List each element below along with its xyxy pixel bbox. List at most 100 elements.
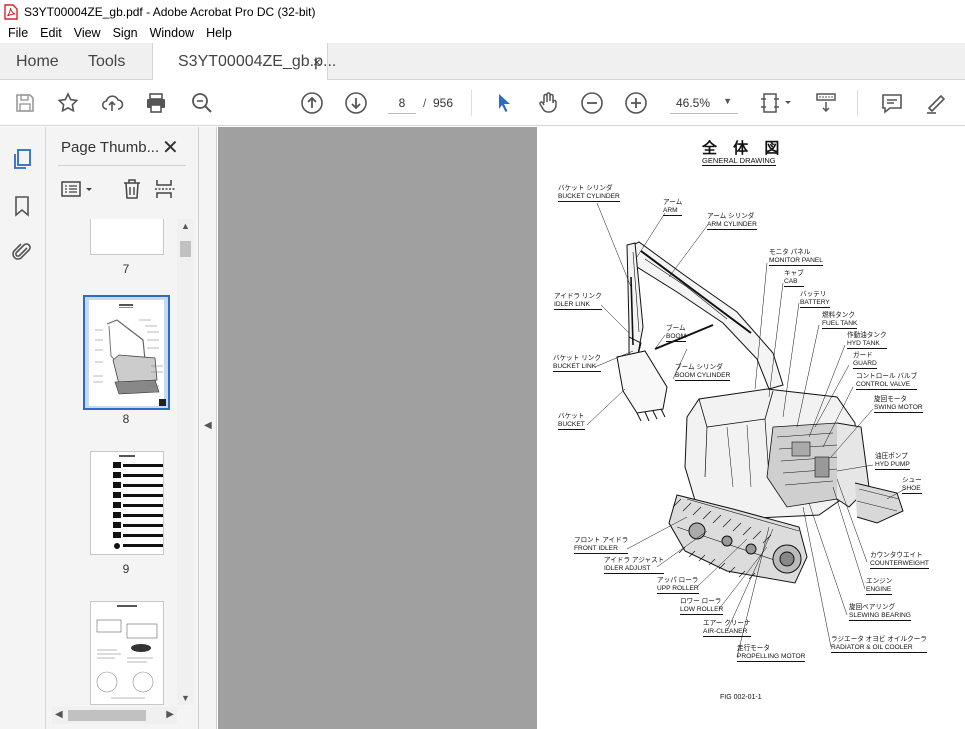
page-thumbnails-panel: Page Thumb... ✕ 7 8 9 ▲ ▼ ◀ ▶ <box>46 127 199 729</box>
left-navigation-rail <box>0 127 46 729</box>
zoom-in-icon[interactable] <box>624 91 648 115</box>
thumbnail-options-icon[interactable] <box>60 177 98 201</box>
thumbnail-list[interactable]: 7 8 9 <box>46 219 178 705</box>
thumbnail-horizontal-scrollbar[interactable]: ◀ ▶ <box>52 707 177 724</box>
close-tab-icon[interactable]: × <box>313 54 321 70</box>
comment-icon[interactable] <box>880 91 904 115</box>
scrollbar-thumb[interactable] <box>68 710 146 721</box>
figure-number: FIG 002-01-1 <box>720 694 762 701</box>
scroll-mode-icon[interactable] <box>814 91 838 115</box>
callout-arm-cylinder: アーム シリンダ ARM CYLINDER <box>707 213 757 230</box>
thumbnail-page-9[interactable] <box>90 451 164 555</box>
callout-upp-roller: アッパ ローラ UPP ROLLER <box>657 577 699 594</box>
scroll-left-icon[interactable]: ◀ <box>55 709 63 720</box>
scroll-right-icon[interactable]: ▶ <box>166 709 174 720</box>
hand-tool-icon[interactable] <box>536 91 560 115</box>
scrollbar-thumb[interactable] <box>180 241 191 257</box>
callout-monitor-panel: モニタ パネル MONITOR PANEL <box>769 249 823 266</box>
collapse-arrow-icon[interactable]: ◀ <box>204 420 212 431</box>
menu-sign[interactable]: Sign <box>107 26 144 40</box>
thumbnail-label: 7 <box>122 262 130 276</box>
panel-divider <box>58 165 186 166</box>
print-icon[interactable] <box>144 91 168 115</box>
callout-engine: エンジン ENGINE <box>866 578 893 595</box>
menu-window[interactable]: Window <box>144 26 200 40</box>
thumbnail-resize-handle[interactable] <box>159 399 166 406</box>
callout-idler-adjust: アイドラ アジャスト IDLER ADJUST <box>604 557 665 574</box>
title-bar: S3YT00004ZE_gb.pdf - Adobe Acrobat Pro D… <box>0 0 965 23</box>
callout-battery: バッテリ BATTERY <box>800 291 830 308</box>
close-panel-icon[interactable]: ✕ <box>162 135 179 160</box>
callout-fuel-tank: 燃料タンク FUEL TANK <box>822 312 858 329</box>
thumbnail-page-image <box>89 300 164 406</box>
toolbar-divider <box>471 90 472 116</box>
callout-radiator-oil-cooler: ラジエータ オヨビ オイルクーラ RADIATOR & OIL COOLER <box>831 636 927 653</box>
callout-cab: キャブ CAB <box>784 270 804 287</box>
menu-edit[interactable]: Edit <box>34 26 68 40</box>
thumbnail-vertical-scrollbar[interactable]: ▲ ▼ <box>177 219 194 705</box>
bookmarks-icon[interactable] <box>10 194 34 218</box>
pdf-page: 全 体 図 GENERAL DRAWING バケット シリンダ BUCKET C… <box>537 127 965 729</box>
save-icon[interactable] <box>13 91 37 115</box>
zoom-out-icon[interactable] <box>580 91 604 115</box>
bookmark-star-icon[interactable] <box>56 91 80 115</box>
chevron-down-icon: ▼ <box>723 96 732 106</box>
total-pages: 956 <box>433 96 454 110</box>
callout-bucket-link: バケット リンク BUCKET LINK <box>553 355 601 372</box>
attachments-paperclip-icon[interactable] <box>10 240 34 264</box>
callout-guard: ガード GUARD <box>853 352 877 369</box>
callout-air-cleaner: エアー クリーナ AIR-CLEANER <box>703 620 751 637</box>
previous-page-icon[interactable] <box>300 91 324 115</box>
callout-arm: アーム ARM <box>663 199 683 216</box>
panel-collapse-strip[interactable]: ◀ <box>199 127 217 729</box>
callout-bucket: バケット BUCKET <box>558 413 585 430</box>
document-viewer[interactable]: 全 体 図 GENERAL DRAWING バケット シリンダ BUCKET C… <box>218 127 965 729</box>
callout-front-idler: フロント アイドラ FRONT IDLER <box>574 537 629 554</box>
callout-low-roller: ロワー ローラ LOW ROLLER <box>680 598 724 615</box>
zoom-value: 46.5% <box>676 96 711 110</box>
window-title: S3YT00004ZE_gb.pdf - Adobe Acrobat Pro D… <box>24 4 316 19</box>
insert-pages-icon[interactable] <box>153 177 177 201</box>
callout-swing-motor: 旋回モータ SWING MOTOR <box>874 396 923 413</box>
tab-home[interactable]: Home <box>16 43 59 80</box>
acrobat-pdf-icon <box>4 3 18 20</box>
callout-propelling-motor: 走行モータ PROPELLING MOTOR <box>737 645 806 662</box>
zoom-dropdown[interactable]: 46.5% ▼ <box>670 92 738 114</box>
thumbnail-label: 9 <box>122 562 130 576</box>
page-number-input[interactable] <box>388 92 416 114</box>
scroll-up-icon[interactable]: ▲ <box>181 221 190 231</box>
page-thumbnails-icon[interactable] <box>10 147 34 171</box>
callout-shoe: シュー SHOE <box>902 477 922 494</box>
tab-document[interactable]: S3YT00004ZE_gb.p... × <box>152 43 336 80</box>
tab-bar: Home Tools S3YT00004ZE_gb.p... × <box>0 43 965 80</box>
menu-file[interactable]: File <box>2 26 34 40</box>
callout-boom: ブーム BOOM <box>666 325 687 342</box>
thumbnail-label: 8 <box>122 412 130 426</box>
menu-help[interactable]: Help <box>200 26 238 40</box>
delete-trash-icon[interactable] <box>120 177 144 201</box>
upload-cloud-icon[interactable] <box>100 91 124 115</box>
toolbar-divider <box>857 90 858 116</box>
toolbar: / 956 46.5% ▼ <box>0 80 965 126</box>
highlight-pen-icon[interactable] <box>924 91 948 115</box>
next-page-icon[interactable] <box>344 91 368 115</box>
scroll-down-icon[interactable]: ▼ <box>181 693 190 703</box>
thumbnail-page-8-selected[interactable] <box>83 295 170 410</box>
thumbnail-page-7[interactable] <box>90 219 164 255</box>
page-separator: / <box>423 96 427 110</box>
callout-bucket-cylinder: バケット シリンダ BUCKET CYLINDER <box>558 185 620 202</box>
callout-idler-link: アイドラ リンク IDLER LINK <box>554 293 602 310</box>
tab-tools[interactable]: Tools <box>88 43 125 80</box>
callout-counterweight: カウンタウエイト COUNTERWEIGHT <box>870 552 929 569</box>
callout-hyd-pump: 油圧ポンプ HYD PUMP <box>875 453 910 470</box>
callout-control-valve: コントロール バルブ CONTROL VALVE <box>856 373 918 390</box>
select-cursor-icon[interactable] <box>492 91 516 115</box>
callout-hyd-tank: 作動油タンク HYD TANK <box>847 332 887 349</box>
callout-boom-cylinder: ブーム シリンダ BOOM CYLINDER <box>675 364 731 381</box>
thumbnail-page-10[interactable] <box>90 601 164 705</box>
panel-title: Page Thumb... <box>61 139 160 156</box>
search-zoom-icon[interactable] <box>190 91 214 115</box>
menu-bar: File Edit View Sign Window Help <box>0 23 965 43</box>
menu-view[interactable]: View <box>68 26 107 40</box>
page-fit-icon[interactable] <box>760 91 794 115</box>
